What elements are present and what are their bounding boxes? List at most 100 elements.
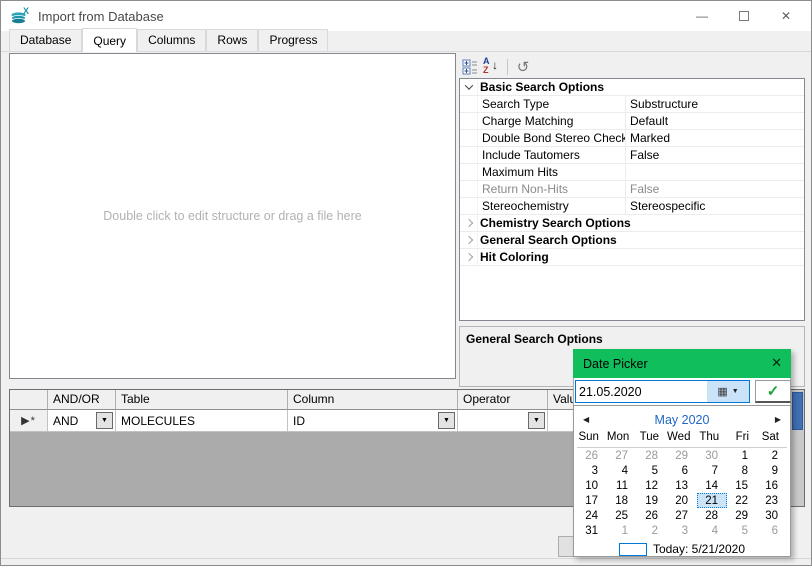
today-row[interactable]: Today: 5/21/2020 (574, 540, 790, 558)
calendar-day[interactable]: 28 (637, 448, 667, 463)
calendar-week: 17 18 19 20 21 22 23 (577, 493, 787, 508)
calendar-day[interactable]: 5 (637, 463, 667, 478)
chevron-right-icon (464, 219, 472, 227)
date-picker-titlebar[interactable]: Date Picker ✕ (573, 349, 791, 378)
category-chemistry-search-options[interactable]: Chemistry Search Options (460, 215, 804, 232)
property-row-stereochemistry[interactable]: Stereochemistry Stereospecific (460, 198, 804, 215)
property-row-charge-matching[interactable]: Charge Matching Default (460, 113, 804, 130)
calendar-day[interactable]: 6 (757, 523, 787, 538)
calendar-day[interactable]: 25 (607, 508, 637, 523)
structure-editor[interactable]: Double click to edit structure or drag a… (9, 53, 456, 379)
window-title: Import from Database (38, 9, 164, 24)
calendar-day[interactable]: 11 (607, 478, 637, 493)
calendar-day[interactable]: 28 (697, 508, 727, 523)
calendar-month-title[interactable]: May 2020 (574, 413, 790, 427)
calendar-icon: ▦ (717, 385, 727, 398)
tab-columns[interactable]: Columns (137, 29, 206, 51)
calendar-day[interactable]: 4 (607, 463, 637, 478)
date-input-row: ▦ ▼ ✓ (573, 378, 791, 405)
calendar-day[interactable]: 18 (607, 493, 637, 508)
calendar-day[interactable]: 27 (667, 508, 697, 523)
calendar-day-selected[interactable]: 21 (697, 493, 727, 508)
calendar-day[interactable]: 30 (697, 448, 727, 463)
calendar-day[interactable]: 19 (637, 493, 667, 508)
maximize-button[interactable] (723, 1, 765, 31)
today-label: Today: 5/21/2020 (653, 542, 745, 556)
calendar-day[interactable]: 30 (757, 508, 787, 523)
calendar-dropdown-button[interactable]: ▦ ▼ (707, 381, 749, 402)
property-row-maximum-hits[interactable]: Maximum Hits (460, 164, 804, 181)
calendar-day[interactable]: 23 (757, 493, 787, 508)
minimize-button[interactable]: — (681, 1, 723, 31)
calendar-day-headers: Sun Mon Tue Wed Thu Fri Sat (577, 431, 787, 448)
calendar-day[interactable]: 6 (667, 463, 697, 478)
calendar-day[interactable]: 22 (727, 493, 757, 508)
property-row-return-non-hits: Return Non-Hits False (460, 181, 804, 198)
calendar-day[interactable]: 2 (757, 448, 787, 463)
category-hit-coloring[interactable]: Hit Coloring (460, 249, 804, 266)
calendar-day[interactable]: 1 (727, 448, 757, 463)
sort-alphabetical-icon[interactable]: A Z ↓ (481, 57, 503, 77)
tab-database[interactable]: Database (9, 29, 82, 51)
calendar-day[interactable]: 3 (667, 523, 697, 538)
header-table: Table (116, 390, 288, 410)
calendar-day[interactable]: 29 (727, 508, 757, 523)
calendar-day[interactable]: 15 (727, 478, 757, 493)
calendar-day[interactable]: 20 (667, 493, 697, 508)
confirm-date-button[interactable]: ✓ (755, 380, 791, 403)
dropdown-arrow-icon[interactable]: ▼ (528, 412, 545, 429)
calendar-day[interactable]: 10 (577, 478, 607, 493)
reset-icon[interactable]: ↺ (512, 57, 534, 77)
date-picker-close-icon[interactable]: ✕ (771, 355, 782, 371)
close-button[interactable]: ✕ (765, 1, 807, 31)
category-general-search-options[interactable]: General Search Options (460, 232, 804, 249)
structure-placeholder: Double click to edit structure or drag a… (103, 209, 361, 223)
chevron-right-icon (464, 236, 472, 244)
grid-vertical-scrollbar[interactable] (790, 390, 804, 506)
prev-month-icon[interactable]: ◀ (583, 415, 589, 424)
calendar-day[interactable]: 4 (697, 523, 727, 538)
property-row-include-tautomers[interactable]: Include Tautomers False (460, 147, 804, 164)
dropdown-arrow-icon: ▼ (732, 388, 739, 395)
calendar-day[interactable]: 24 (577, 508, 607, 523)
calendar-day[interactable]: 2 (637, 523, 667, 538)
import-from-database-dialog: X Import from Database — ✕ Database Quer… (0, 0, 812, 566)
calendar-day[interactable]: 27 (607, 448, 637, 463)
and-or-combobox[interactable]: AND ▼ (48, 410, 116, 432)
calendar-day[interactable]: 3 (577, 463, 607, 478)
calendar-day[interactable]: 7 (697, 463, 727, 478)
dropdown-arrow-icon[interactable]: ▼ (96, 412, 113, 429)
calendar-day[interactable]: 14 (697, 478, 727, 493)
calendar-day[interactable]: 31 (577, 523, 607, 538)
calendar-day[interactable]: 26 (637, 508, 667, 523)
operator-combobox[interactable]: ▼ (458, 410, 548, 432)
calendar-day[interactable]: 8 (727, 463, 757, 478)
calendar-day[interactable]: 13 (667, 478, 697, 493)
tab-progress[interactable]: Progress (258, 29, 328, 51)
categorized-view-icon[interactable] (459, 57, 481, 77)
scrollbar-thumb[interactable] (792, 392, 803, 430)
calendar-day[interactable]: 17 (577, 493, 607, 508)
checkmark-icon: ✓ (767, 382, 780, 400)
category-basic-search-options[interactable]: Basic Search Options (460, 79, 804, 96)
property-row-double-bond-stereo-check[interactable]: Double Bond Stereo Check Marked (460, 130, 804, 147)
calendar-day[interactable]: 12 (637, 478, 667, 493)
chevron-right-icon (464, 253, 472, 261)
calendar-day[interactable]: 16 (757, 478, 787, 493)
calendar-day[interactable]: 29 (667, 448, 697, 463)
tab-strip: Database Query Columns Rows Progress (1, 31, 811, 52)
calendar-day[interactable]: 5 (727, 523, 757, 538)
dropdown-arrow-icon[interactable]: ▼ (438, 412, 455, 429)
tab-query[interactable]: Query (82, 28, 137, 52)
column-combobox[interactable]: ID ▼ (288, 410, 458, 432)
calendar-day[interactable]: 9 (757, 463, 787, 478)
titlebar: X Import from Database — ✕ (1, 1, 811, 31)
row-indicator: ▶* (10, 410, 48, 432)
table-cell[interactable]: MOLECULES (116, 410, 288, 432)
tab-rows[interactable]: Rows (206, 29, 258, 51)
next-month-icon[interactable]: ▶ (775, 415, 781, 424)
calendar-day[interactable]: 26 (577, 448, 607, 463)
date-input[interactable] (576, 381, 707, 402)
property-row-search-type[interactable]: Search Type Substructure (460, 96, 804, 113)
calendar-day[interactable]: 1 (607, 523, 637, 538)
